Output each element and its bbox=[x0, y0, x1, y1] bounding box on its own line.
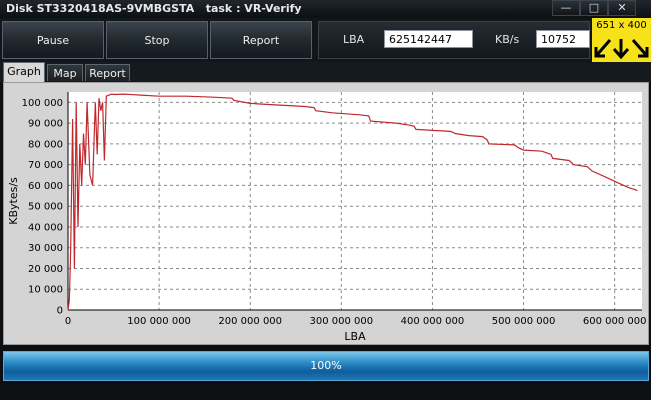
progress-label: 100% bbox=[310, 359, 342, 372]
y-tick-label: 80 000 bbox=[28, 139, 63, 150]
x-tick-label: 200 000 000 bbox=[218, 316, 282, 327]
speed-chart: 0 10 000 20 000 30 000 40 000 50 000 60 000 70 … bbox=[7, 92, 647, 343]
kbs-label: KB/s bbox=[495, 33, 520, 46]
kbs-field[interactable] bbox=[536, 30, 590, 48]
maximize-button[interactable]: □ bbox=[580, 0, 608, 16]
x-tick-label: 600 000 000 bbox=[583, 316, 647, 327]
tab-graph[interactable]: Graph bbox=[3, 62, 45, 82]
window-title: Disk ST3320418AS-9VMBGSTA task : VR-Veri… bbox=[6, 2, 302, 15]
y-tick-label: 50 000 bbox=[28, 202, 63, 213]
x-tick-label: 500 000 000 bbox=[492, 316, 556, 327]
x-tick-label: 400 000 000 bbox=[401, 316, 465, 327]
x-tick-label: 100 000 000 bbox=[127, 316, 191, 327]
y-axis-label: KBytes/s bbox=[7, 177, 20, 225]
y-tick-label: 90 000 bbox=[28, 119, 63, 130]
y-tick-label: 20 000 bbox=[28, 264, 63, 275]
stop-button[interactable]: Stop bbox=[106, 21, 208, 59]
close-button[interactable]: ✕ bbox=[608, 0, 636, 16]
y-tick-label: 60 000 bbox=[28, 181, 63, 192]
status-strip bbox=[0, 383, 651, 400]
x-axis-label: LBA bbox=[344, 330, 366, 343]
y-tick-label: 10 000 bbox=[28, 285, 63, 296]
pause-button[interactable]: Pause bbox=[2, 21, 104, 59]
lba-label: LBA bbox=[343, 33, 365, 46]
report-button[interactable]: Report bbox=[210, 21, 312, 59]
y-tick-label: 30 000 bbox=[28, 243, 63, 254]
lba-field[interactable] bbox=[384, 30, 473, 48]
x-tick-label: 300 000 000 bbox=[310, 316, 374, 327]
minimize-button[interactable]: — bbox=[552, 0, 580, 16]
tab-report[interactable]: Report bbox=[85, 64, 130, 81]
y-tick-label: 40 000 bbox=[28, 222, 63, 233]
chart-grid bbox=[68, 92, 642, 310]
x-tick-label: 0 bbox=[65, 316, 71, 327]
plot-area bbox=[68, 92, 642, 310]
tab-map[interactable]: Map bbox=[47, 64, 83, 81]
resize-size-label: 651 x 400 bbox=[596, 20, 647, 31]
y-tick-label: 100 000 bbox=[22, 98, 63, 109]
resize-arrows-icon bbox=[594, 39, 649, 60]
y-tick-label: 0 bbox=[57, 306, 63, 317]
y-tick-label: 70 000 bbox=[28, 160, 63, 171]
